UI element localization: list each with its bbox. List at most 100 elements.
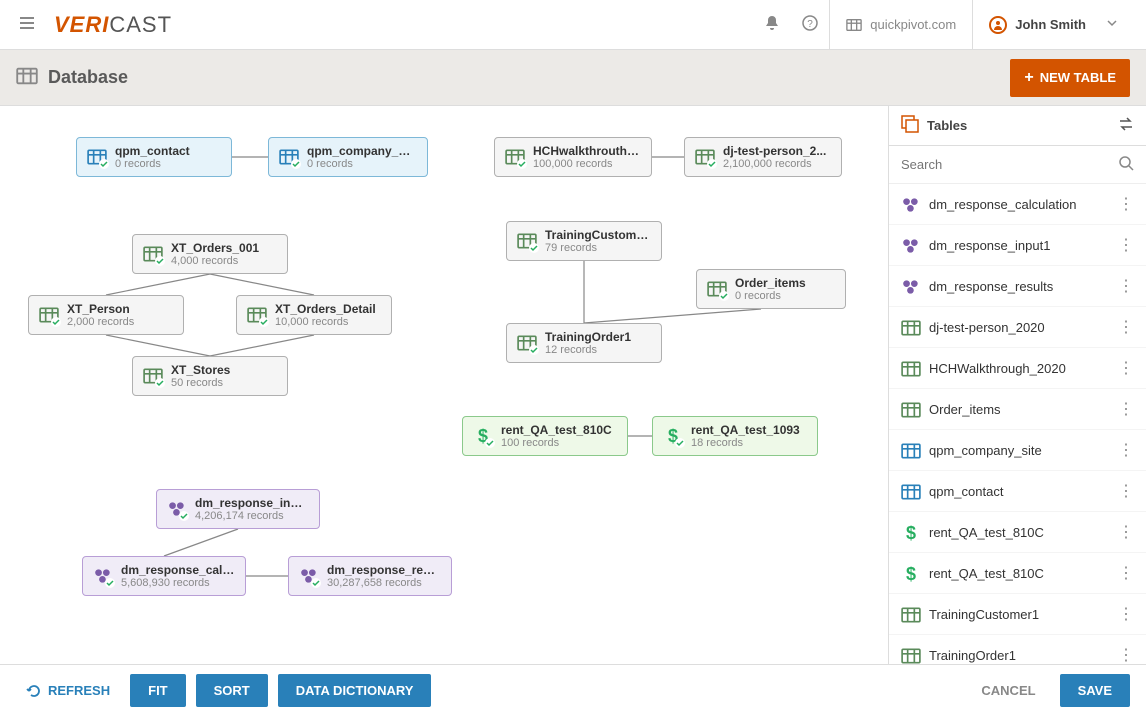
- swap-icon[interactable]: [1118, 116, 1134, 135]
- table-item-label: TrainingOrder1: [929, 648, 1118, 663]
- database-icon: [16, 65, 38, 90]
- table-item-label: dm_response_results: [929, 279, 1118, 294]
- panel-title: Tables: [927, 118, 967, 133]
- logo-text-b: CAST: [109, 12, 172, 37]
- node-subtitle: 79 records: [545, 242, 651, 254]
- table-item[interactable]: qpm_contact⋮: [889, 471, 1146, 512]
- table-icon: [505, 147, 525, 167]
- node-XT_Orders_001[interactable]: XT_Orders_0014,000 records: [132, 234, 288, 274]
- more-icon[interactable]: ⋮: [1118, 440, 1134, 460]
- node-qpm_company_site[interactable]: qpm_company_site0 records: [268, 137, 428, 177]
- node-title: qpm_contact: [115, 144, 190, 158]
- canvas[interactable]: qpm_contact0 records qpm_company_site0 re…: [0, 106, 888, 664]
- refresh-button[interactable]: REFRESH: [16, 675, 120, 707]
- table-item[interactable]: Order_items⋮: [889, 389, 1146, 430]
- new-table-button[interactable]: + NEW TABLE: [1010, 59, 1130, 97]
- tables-list[interactable]: dm_response_calculation⋮dm_response_inpu…: [889, 184, 1146, 664]
- more-icon[interactable]: ⋮: [1118, 604, 1134, 624]
- node-TrainingCustomer1[interactable]: TrainingCustomer179 records: [506, 221, 662, 261]
- table-icon: [901, 359, 919, 377]
- node-subtitle: 100 records: [501, 437, 612, 449]
- node-qpm_contact[interactable]: qpm_contact0 records: [76, 137, 232, 177]
- node-dm_calc[interactable]: dm_response_calcula...5,608,930 records: [82, 556, 246, 596]
- search-input[interactable]: [901, 157, 1118, 172]
- menu-icon[interactable]: [12, 8, 42, 41]
- table-blue-icon: [901, 482, 919, 500]
- table-item[interactable]: TrainingOrder1⋮: [889, 635, 1146, 664]
- cubes-icon: [299, 566, 319, 586]
- svg-text:?: ?: [807, 19, 813, 30]
- save-button[interactable]: SAVE: [1060, 674, 1130, 707]
- notifications-icon[interactable]: [753, 8, 791, 41]
- node-XT_Orders_Detail[interactable]: XT_Orders_Detail10,000 records: [236, 295, 392, 335]
- new-table-label: NEW TABLE: [1040, 70, 1116, 85]
- more-icon[interactable]: ⋮: [1118, 194, 1134, 214]
- table-icon: [247, 305, 267, 325]
- cancel-button[interactable]: CANCEL: [967, 675, 1049, 706]
- bottom-bar: REFRESH FIT SORT DATA DICTIONARY CANCEL …: [0, 664, 1146, 716]
- node-subtitle: 12 records: [545, 344, 631, 356]
- node-title: dm_response_input1: [195, 496, 309, 510]
- table-icon: [901, 400, 919, 418]
- node-title: TrainingCustomer1: [545, 228, 651, 242]
- dollar-icon: $: [473, 426, 493, 446]
- node-dm_results[interactable]: dm_response_results30,287,658 records: [288, 556, 452, 596]
- table-item[interactable]: $rent_QA_test_810C⋮: [889, 512, 1146, 553]
- sub-header: Database + NEW TABLE: [0, 50, 1146, 106]
- sort-button[interactable]: SORT: [196, 674, 268, 707]
- more-icon[interactable]: ⋮: [1118, 645, 1134, 664]
- table-item-label: rent_QA_test_810C: [929, 525, 1118, 540]
- table-item[interactable]: qpm_company_site⋮: [889, 430, 1146, 471]
- org-selector[interactable]: quickpivot.com: [829, 0, 972, 49]
- more-icon[interactable]: ⋮: [1118, 522, 1134, 542]
- table-icon: [517, 231, 537, 251]
- node-rent_810C[interactable]: $rent_QA_test_810C100 records: [462, 416, 628, 456]
- table-item[interactable]: TrainingCustomer1⋮: [889, 594, 1146, 635]
- refresh-label: REFRESH: [48, 683, 110, 698]
- more-icon[interactable]: ⋮: [1118, 276, 1134, 296]
- table-item[interactable]: dm_response_input1⋮: [889, 225, 1146, 266]
- more-icon[interactable]: ⋮: [1118, 317, 1134, 337]
- table-item[interactable]: $rent_QA_test_810C⋮: [889, 553, 1146, 594]
- more-icon[interactable]: ⋮: [1118, 235, 1134, 255]
- table-item[interactable]: HCHWalkthrough_2020⋮: [889, 348, 1146, 389]
- help-icon[interactable]: ?: [791, 8, 829, 41]
- data-dictionary-button[interactable]: DATA DICTIONARY: [278, 674, 432, 707]
- search-icon[interactable]: [1118, 155, 1134, 174]
- more-icon[interactable]: ⋮: [1118, 481, 1134, 501]
- node-Order_items[interactable]: Order_items0 records: [696, 269, 846, 309]
- node-rent_1093[interactable]: $rent_QA_test_109318 records: [652, 416, 818, 456]
- table-icon: [517, 333, 537, 353]
- table-item-label: rent_QA_test_810C: [929, 566, 1118, 581]
- user-name: John Smith: [1015, 17, 1086, 32]
- node-XT_Stores[interactable]: XT_Stores50 records: [132, 356, 288, 396]
- user-menu[interactable]: John Smith: [972, 0, 1134, 49]
- more-icon[interactable]: ⋮: [1118, 563, 1134, 583]
- fit-button[interactable]: FIT: [130, 674, 186, 707]
- node-subtitle: 2,000 records: [67, 316, 134, 328]
- chevron-down-icon: [1106, 17, 1118, 32]
- node-subtitle: 100,000 records: [533, 158, 641, 170]
- page-title: Database: [48, 67, 128, 88]
- node-title: HCHwalkthrouth_20...: [533, 144, 641, 158]
- table-item[interactable]: dm_response_results⋮: [889, 266, 1146, 307]
- node-XT_Person[interactable]: XT_Person2,000 records: [28, 295, 184, 335]
- node-subtitle: 18 records: [691, 437, 800, 449]
- node-dm_input1[interactable]: dm_response_input14,206,174 records: [156, 489, 320, 529]
- tables-panel: Tables dm_response_calculation⋮dm_respon…: [888, 106, 1146, 664]
- user-avatar-icon: [989, 16, 1007, 34]
- node-dj_test_person_2[interactable]: dj-test-person_2...2,100,000 records: [684, 137, 842, 177]
- node-subtitle: 5,608,930 records: [121, 577, 235, 589]
- tables-icon: [901, 115, 919, 136]
- more-icon[interactable]: ⋮: [1118, 399, 1134, 419]
- table-item[interactable]: dj-test-person_2020⋮: [889, 307, 1146, 348]
- table-item[interactable]: dm_response_calculation⋮: [889, 184, 1146, 225]
- node-subtitle: 4,206,174 records: [195, 510, 309, 522]
- node-title: XT_Person: [67, 302, 134, 316]
- node-title: dm_response_calcula...: [121, 563, 235, 577]
- more-icon[interactable]: ⋮: [1118, 358, 1134, 378]
- table-icon: [707, 279, 727, 299]
- node-TrainingOrder1[interactable]: TrainingOrder112 records: [506, 323, 662, 363]
- table-item-label: dj-test-person_2020: [929, 320, 1118, 335]
- node-HCHwalkthrouth_20[interactable]: HCHwalkthrouth_20...100,000 records: [494, 137, 652, 177]
